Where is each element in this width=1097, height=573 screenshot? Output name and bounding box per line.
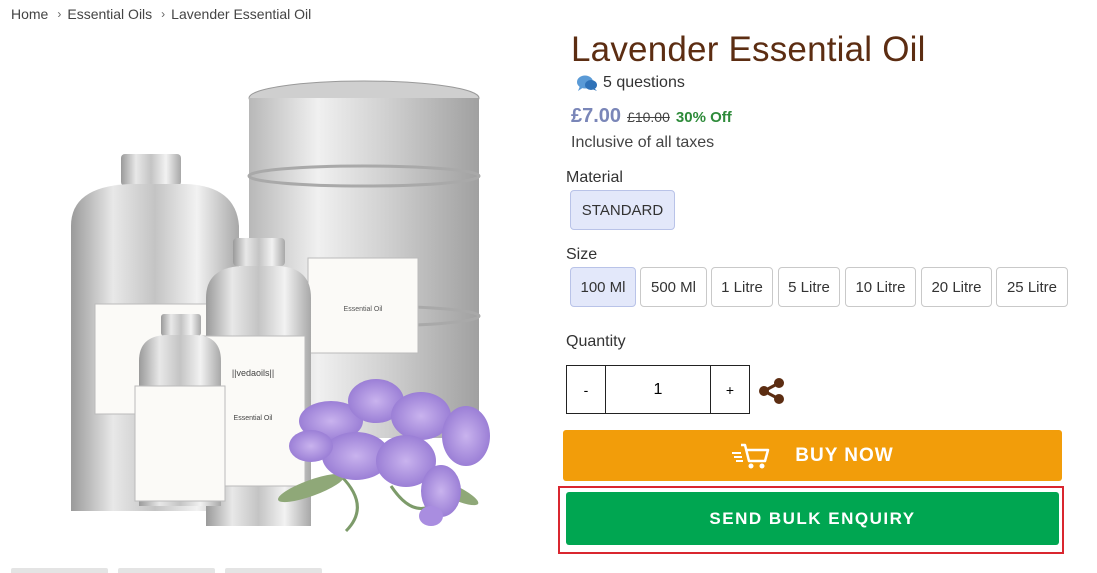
thumbnail[interactable] xyxy=(11,568,108,573)
quantity-increase-button[interactable]: + xyxy=(710,365,750,414)
bottle-label-text: Essential Oil xyxy=(234,415,273,422)
breadcrumb-current: Lavender Essential Oil xyxy=(171,6,312,22)
original-price: £10.00 xyxy=(627,109,670,125)
product-title: Lavender Essential Oil xyxy=(571,30,926,69)
thumbnail[interactable] xyxy=(225,568,322,573)
gallery-thumbnails xyxy=(11,568,322,573)
questions-count: 5 questions xyxy=(603,74,685,91)
size-option-500ml[interactable]: 500 Ml xyxy=(640,267,707,307)
tax-note: Inclusive of all taxes xyxy=(571,134,715,151)
current-price: £7.00 xyxy=(571,105,622,127)
price-row: £7.00 £10.00 30% Off xyxy=(571,105,732,128)
buy-now-label: BUY NOW xyxy=(795,444,894,466)
quantity-input[interactable] xyxy=(606,365,710,414)
bottle-brand-text: ||vedaoils|| xyxy=(232,368,274,378)
questions-link[interactable]: 5 questions xyxy=(576,74,685,92)
size-label: Size xyxy=(566,246,598,263)
chevron-right-icon: › xyxy=(161,7,166,21)
thumbnail[interactable] xyxy=(118,568,215,573)
material-label: Material xyxy=(566,169,623,186)
chevron-right-icon: › xyxy=(57,7,62,21)
breadcrumb-home[interactable]: Home xyxy=(11,6,48,22)
size-option-1-litre[interactable]: 1 Litre xyxy=(711,267,773,307)
size-option-20-litre[interactable]: 20 Litre xyxy=(921,267,992,307)
material-option-standard[interactable]: STANDARD xyxy=(570,190,675,230)
drum-label-text: Essential Oil xyxy=(344,306,383,313)
size-option-100ml[interactable]: 100 Ml xyxy=(570,267,636,307)
size-option-25-litre[interactable]: 25 Litre xyxy=(996,267,1068,307)
share-icon[interactable] xyxy=(758,378,786,404)
breadcrumb: Home › Essential Oils › Lavender Essenti… xyxy=(11,6,311,22)
size-option-5-litre[interactable]: 5 Litre xyxy=(778,267,840,307)
cart-icon xyxy=(732,443,770,468)
product-image[interactable]: Essential Oil ||vedaoils|| Essential Oil xyxy=(11,36,546,566)
send-bulk-enquiry-button[interactable]: SEND BULK ENQUIRY xyxy=(566,492,1059,545)
quantity-stepper: - + xyxy=(566,365,750,414)
buy-now-button[interactable]: BUY NOW xyxy=(563,430,1062,481)
chat-bubble-icon xyxy=(577,75,597,91)
quantity-decrease-button[interactable]: - xyxy=(566,365,606,414)
product-image-illustration: Essential Oil ||vedaoils|| Essential Oil xyxy=(71,80,490,533)
discount-badge: 30% Off xyxy=(675,109,732,126)
breadcrumb-essential-oils[interactable]: Essential Oils xyxy=(67,6,152,22)
size-option-10-litre[interactable]: 10 Litre xyxy=(845,267,916,307)
quantity-label: Quantity xyxy=(566,333,626,350)
